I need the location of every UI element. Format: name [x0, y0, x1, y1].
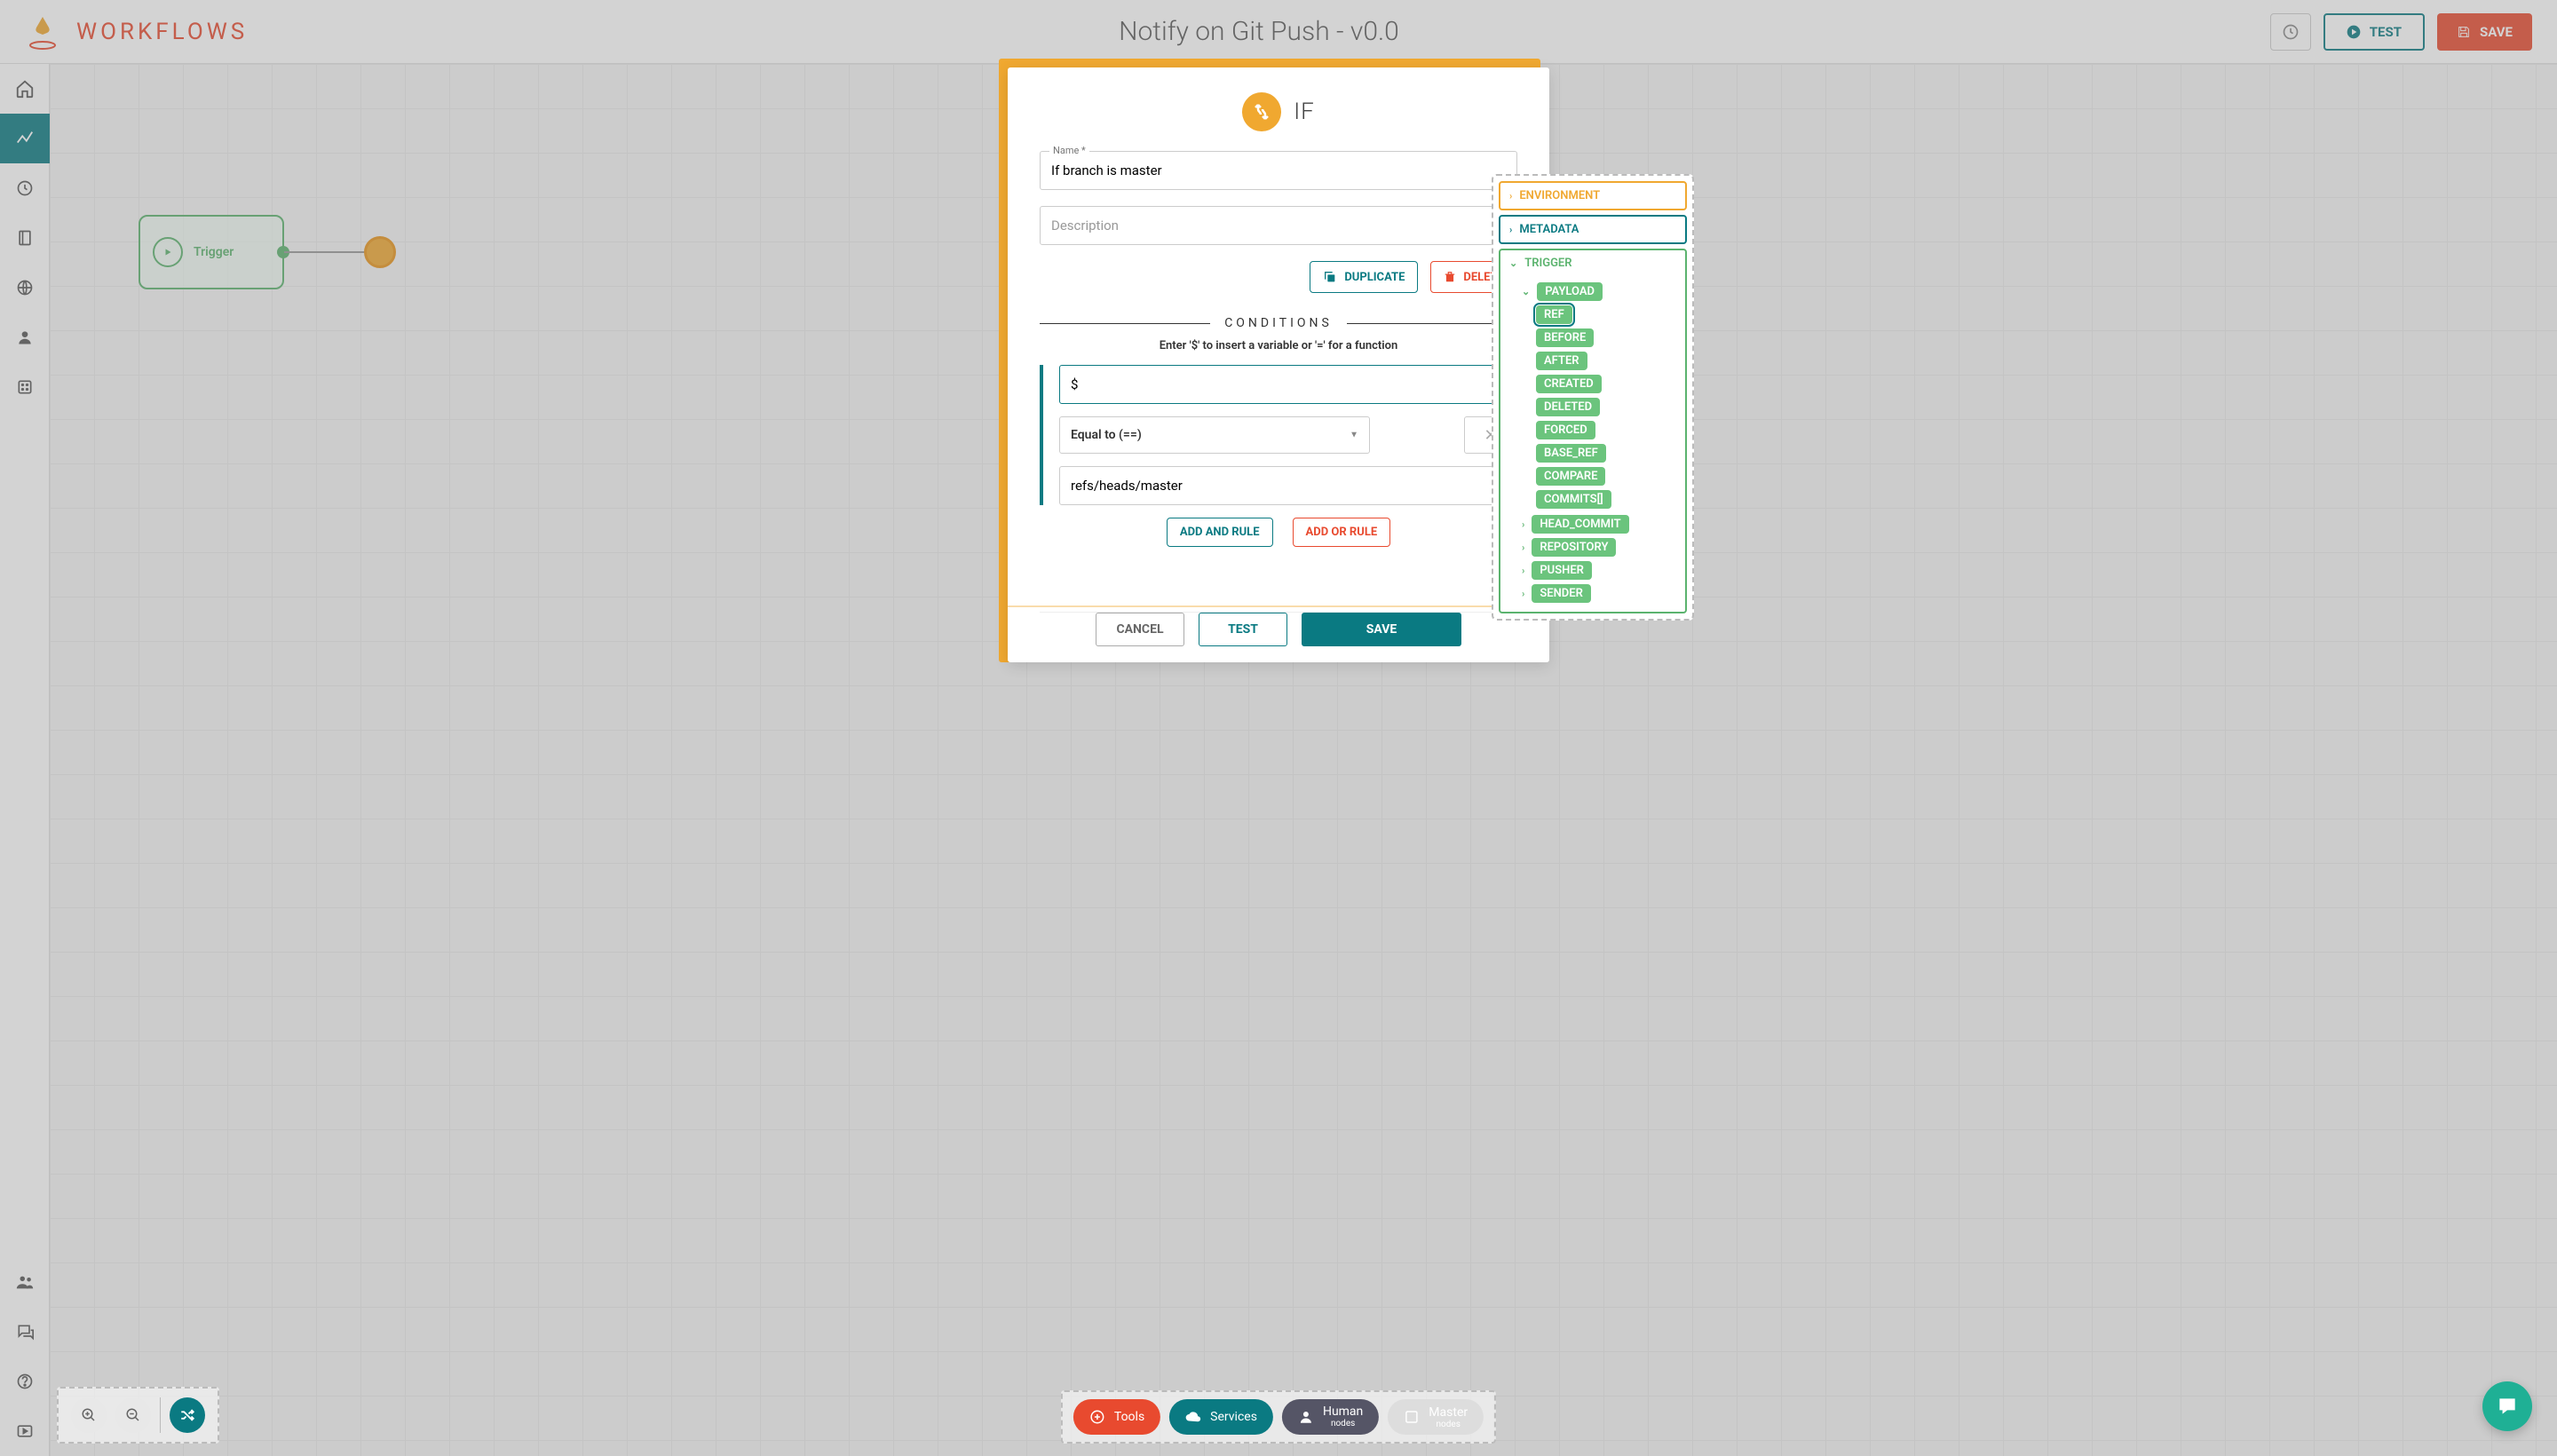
- var-category-trigger: ⌄ TRIGGER ⌄ PAYLOAD REF BEFORE AFTER CREATE…: [1499, 249, 1687, 613]
- payload-header[interactable]: ⌄ PAYLOAD: [1522, 282, 1676, 301]
- zoom-out-button[interactable]: [115, 1397, 151, 1433]
- chevron-right-icon: ›: [1509, 224, 1512, 235]
- trigger-header[interactable]: ⌄ TRIGGER: [1509, 257, 1676, 270]
- master-nodes-pill[interactable]: Masternodes: [1388, 1399, 1484, 1435]
- var-category-metadata[interactable]: › METADATA: [1499, 215, 1687, 244]
- services-pill[interactable]: Services: [1169, 1399, 1273, 1435]
- rhs-input[interactable]: [1059, 466, 1517, 505]
- var-expandable-head_commit[interactable]: ›HEAD_COMMIT: [1522, 515, 1676, 534]
- var-leaf-compare[interactable]: COMPARE: [1536, 467, 1605, 486]
- var-expandable-repository[interactable]: ›REPOSITORY: [1522, 538, 1676, 557]
- chevron-right-icon: ›: [1522, 588, 1524, 599]
- var-leaf-ref[interactable]: REF: [1536, 305, 1572, 324]
- divider: [160, 1397, 161, 1433]
- modal-save-button[interactable]: SAVE: [1302, 613, 1461, 646]
- name-input[interactable]: [1041, 152, 1516, 189]
- chevron-right-icon: ›: [1522, 565, 1524, 576]
- trash-icon: [1444, 271, 1456, 283]
- shuffle-button[interactable]: [170, 1397, 205, 1433]
- var-category-environment[interactable]: › ENVIRONMENT: [1499, 181, 1687, 210]
- tools-pill[interactable]: Tools: [1073, 1399, 1160, 1435]
- var-leaf-forced[interactable]: FORCED: [1536, 421, 1595, 439]
- var-leaf-after[interactable]: AFTER: [1536, 352, 1587, 370]
- description-field[interactable]: [1040, 206, 1517, 245]
- var-leaf-commits[interactable]: COMMITS[]: [1536, 490, 1611, 509]
- add-and-rule-button[interactable]: ADD AND RULE: [1167, 518, 1273, 547]
- var-leaf-created[interactable]: CREATED: [1536, 375, 1602, 393]
- variable-picker: › ENVIRONMENT › METADATA ⌄ TRIGGER ⌄ PAY…: [1492, 174, 1694, 621]
- zoom-in-button[interactable]: [71, 1397, 107, 1433]
- conditions-hint: Enter '$' to insert a variable or '=' fo…: [1040, 339, 1517, 352]
- var-leaf-before[interactable]: BEFORE: [1536, 328, 1594, 347]
- chevron-right-icon: ›: [1509, 190, 1512, 202]
- user-icon: [1298, 1409, 1314, 1425]
- operator-select[interactable]: Equal to (==) ▼: [1059, 416, 1370, 454]
- chevron-down-icon: ▼: [1350, 431, 1358, 440]
- chevron-right-icon: ›: [1522, 518, 1524, 530]
- chevron-down-icon: ⌄: [1522, 286, 1530, 297]
- var-expandable-sender[interactable]: ›SENDER: [1522, 584, 1676, 603]
- cancel-button[interactable]: CANCEL: [1096, 613, 1184, 646]
- chevron-down-icon: ⌄: [1509, 257, 1517, 269]
- dialog-title: IF: [1294, 99, 1315, 125]
- description-input[interactable]: [1041, 207, 1516, 244]
- node-palette: Tools Services Humannodes Masternodes: [1061, 1390, 1496, 1444]
- duplicate-button[interactable]: DUPLICATE: [1310, 261, 1418, 293]
- zoom-toolbar: [57, 1387, 219, 1444]
- chat-icon: [2496, 1395, 2519, 1418]
- chat-fab[interactable]: [2482, 1381, 2532, 1431]
- conditions-heading: CONDITIONS: [1040, 316, 1517, 330]
- var-leaf-baseref[interactable]: BASE_REF: [1536, 444, 1606, 463]
- modal-test-button[interactable]: TEST: [1199, 613, 1287, 646]
- branch-icon: [1242, 92, 1281, 131]
- if-config-dialog: IF Name * DUPLICATE DELETE CONDITIONS: [1008, 67, 1549, 662]
- divider: [1008, 605, 1549, 607]
- human-nodes-pill[interactable]: Humannodes: [1282, 1399, 1379, 1435]
- name-field[interactable]: Name *: [1040, 151, 1517, 190]
- lhs-input[interactable]: [1059, 365, 1517, 404]
- cloud-icon: [1185, 1409, 1201, 1425]
- var-expandable-pusher[interactable]: ›PUSHER: [1522, 561, 1676, 580]
- chevron-right-icon: ›: [1522, 542, 1524, 553]
- copy-icon: [1323, 270, 1337, 284]
- plus-circle-icon: [1089, 1409, 1105, 1425]
- var-leaf-deleted[interactable]: DELETED: [1536, 398, 1600, 416]
- grid-icon: [1404, 1409, 1420, 1425]
- add-or-rule-button[interactable]: ADD OR RULE: [1293, 518, 1391, 547]
- condition-group: Equal to (==) ▼ ✕: [1040, 365, 1517, 505]
